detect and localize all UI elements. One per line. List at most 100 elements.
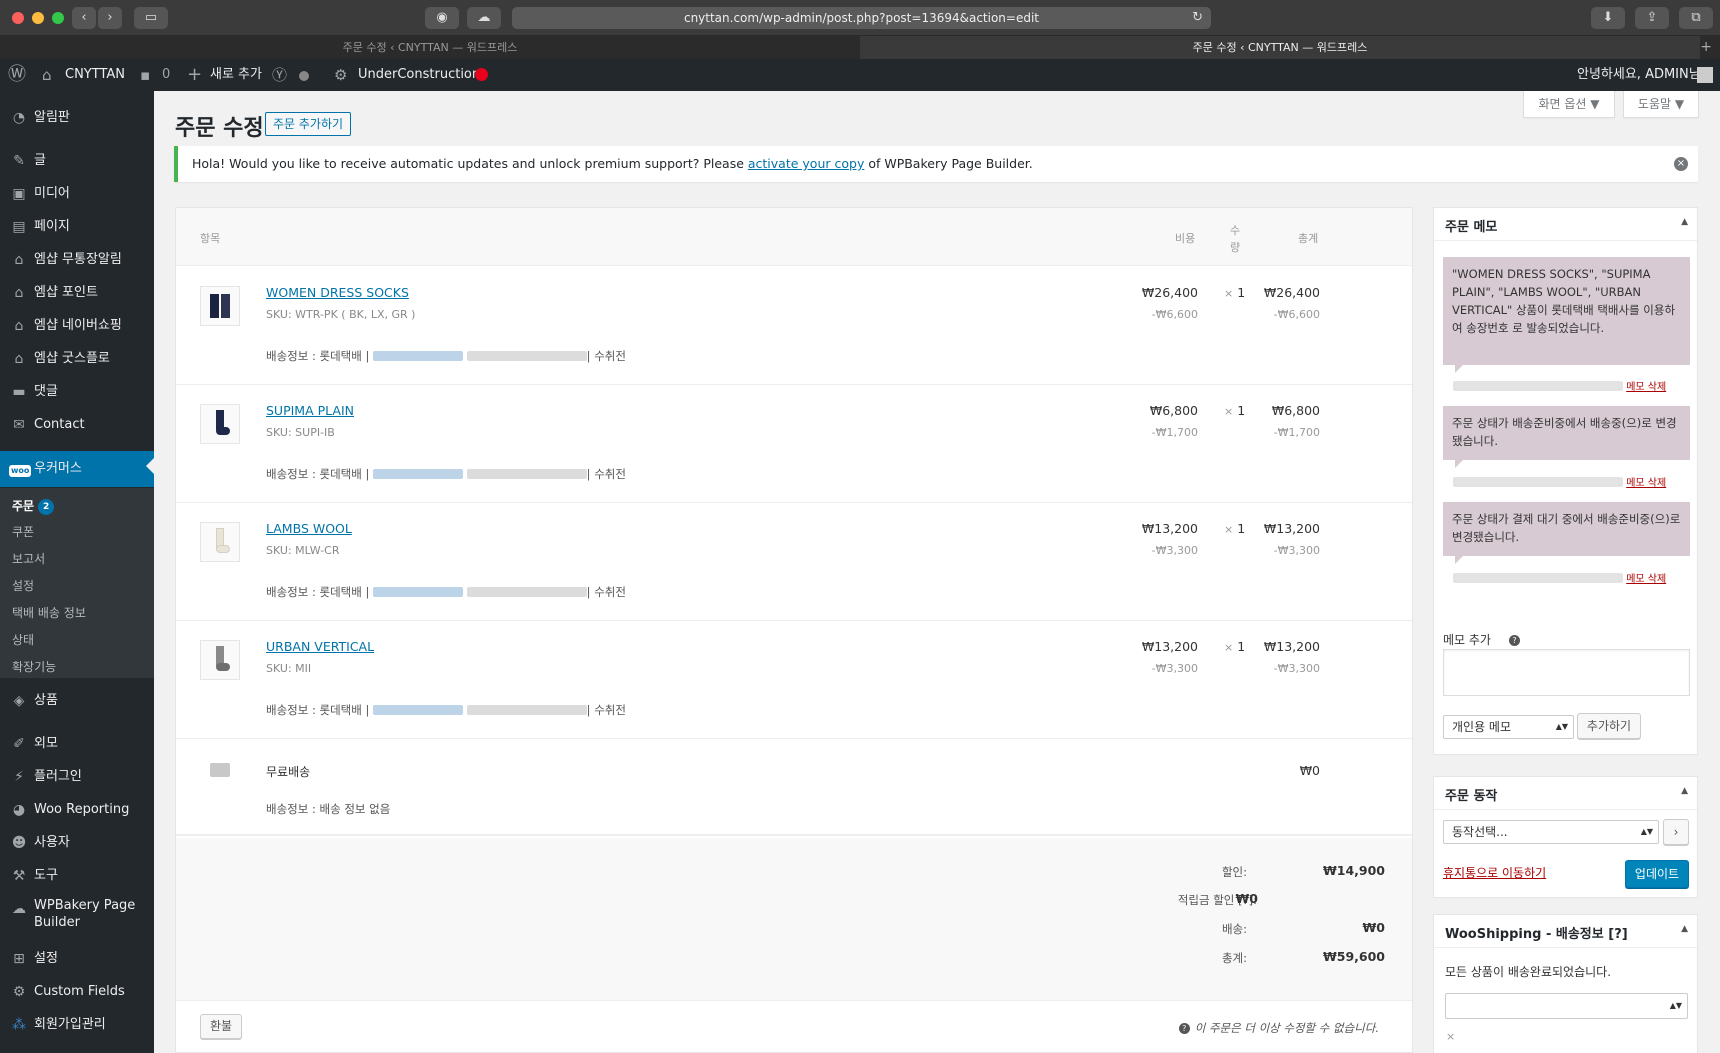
apply-action-button[interactable]: ›	[1663, 819, 1689, 845]
wooshipping-status: 모든 상품이 배송완료되었습니다.	[1445, 965, 1612, 979]
sidebar-item-mshop-point[interactable]: ⌂ 엠샵 포인트	[0, 278, 154, 308]
sidebar-item-woocommerce[interactable]: woo 우커머스	[0, 451, 154, 487]
delete-note-link[interactable]: 메모 삭제	[1626, 382, 1666, 393]
submenu-item-coupons[interactable]: 쿠폰	[12, 520, 34, 544]
add-note-textarea[interactable]	[1443, 649, 1690, 696]
add-note-label: 메모 추가	[1443, 633, 1491, 647]
wooshipping-select[interactable]: ▲▼	[1445, 993, 1688, 1019]
sidebar-item-custom-fields[interactable]: ⚙ Custom Fields	[0, 977, 154, 1007]
order-note: 주문 상태가 배송준비중에서 배송중(으)로 변경됐습니다.	[1443, 406, 1690, 468]
grammarly-icon[interactable]: ◉	[425, 7, 459, 29]
sidebar-item-settings[interactable]: ⊞ 설정	[0, 944, 154, 974]
product-link[interactable]: URBAN VERTICAL	[266, 639, 374, 654]
browser-tab-1[interactable]: 주문 수정 ‹ CNYTTAN — 워드프레스	[0, 36, 860, 59]
update-button[interactable]: 업데이트	[1625, 860, 1689, 888]
product-link[interactable]: WOMEN DRESS SOCKS	[266, 285, 409, 300]
sidebar-item-wpbakery[interactable]: ☁ WPBakery Page Builder	[0, 897, 154, 937]
submenu-item-settings[interactable]: 설정	[12, 574, 34, 598]
wooshipping-header[interactable]: WooShipping - 배송정보 [?] ▲	[1434, 915, 1697, 948]
product-thumbnail[interactable]	[200, 404, 240, 444]
sidebar-item-media[interactable]: ▣ 미디어	[0, 179, 154, 209]
ship-prefix: 배송정보 : 롯데택배 |	[266, 703, 370, 717]
shop-icon: ⌂	[14, 351, 24, 367]
sidebar-item-comments[interactable]: ▬ 댓글	[0, 377, 154, 407]
move-to-trash-link[interactable]: 휴지통으로 이동하기	[1443, 864, 1546, 881]
sidebar-item-mshop-naver[interactable]: ⌂ 엠샵 네이버쇼핑	[0, 311, 154, 341]
sidebar-item-posts[interactable]: ✎ 글	[0, 146, 154, 176]
product-thumbnail[interactable]	[200, 522, 240, 562]
product-link[interactable]: SUPIMA PLAIN	[266, 403, 354, 418]
sidebar-item-contact[interactable]: ✉ Contact	[0, 410, 154, 440]
sidebar-item-dashboard[interactable]: ◔ 알림판	[0, 103, 154, 133]
back-icon[interactable]: ‹	[72, 7, 96, 29]
collapse-arrow-icon[interactable]: ▲	[1681, 786, 1688, 796]
avatar[interactable]	[1697, 67, 1713, 83]
close-icon[interactable]: ×	[1446, 1030, 1455, 1043]
sidebar-item-appearance[interactable]: ✐ 외모	[0, 729, 154, 759]
address-bar[interactable]: cnyttan.com/wp-admin/post.php?post=13694…	[512, 7, 1211, 29]
sidebar-item-label: WPBakery Page Builder	[34, 898, 136, 930]
sidebar-item-plugins[interactable]: ⚡ 플러그인	[0, 762, 154, 792]
site-name-link[interactable]: CNYTTAN	[65, 59, 125, 91]
refund-button[interactable]: 환불	[200, 1014, 242, 1039]
new-tab-icon[interactable]: +	[1700, 36, 1712, 59]
delete-note-link[interactable]: 메모 삭제	[1626, 574, 1666, 585]
sidebar-item-label: 엠샵 포인트	[34, 285, 98, 300]
sidebar-item-mshop-bank[interactable]: ⌂ 엠샵 무통장알림	[0, 245, 154, 275]
screen-options-button[interactable]: 화면 옵션 ▼	[1523, 91, 1615, 118]
home-icon[interactable]: ⌂	[42, 59, 52, 91]
sidebar-item-mshop-goodsflow[interactable]: ⌂ 엠샵 굿스플로	[0, 344, 154, 374]
submenu-item-reports[interactable]: 보고서	[12, 547, 45, 571]
order-notes-header[interactable]: 주문 메모 ▲	[1434, 208, 1697, 241]
help-button[interactable]: 도움말 ▼	[1623, 91, 1699, 118]
submenu-item-orders[interactable]: 주문 2	[12, 494, 55, 518]
yoast-icon[interactable]: Ⓨ	[272, 59, 287, 91]
gear-icon[interactable]: ⚙	[334, 59, 347, 91]
download-icon[interactable]: ⬇	[1591, 7, 1625, 29]
sidebar-item-woo-reporting[interactable]: ◕ Woo Reporting	[0, 795, 154, 825]
comment-icon[interactable]: ▪	[140, 59, 150, 91]
add-note-button[interactable]: 추가하기	[1577, 713, 1641, 739]
note-type-select[interactable]: 개인용 메모 ▲▼	[1443, 715, 1574, 739]
activate-copy-link[interactable]: activate your copy	[748, 156, 864, 171]
tabs-overview-icon[interactable]: ⧉	[1679, 7, 1713, 29]
forward-icon[interactable]: ›	[98, 7, 122, 29]
sidebar-item-users[interactable]: ☻ 사용자	[0, 828, 154, 858]
browser-tab-2[interactable]: 주문 수정 ‹ CNYTTAN — 워드프레스	[860, 36, 1700, 59]
sidebar-item-label: Contact	[34, 417, 85, 432]
order-action-select[interactable]: 동작선택... ▲▼	[1443, 820, 1659, 844]
plus-icon[interactable]: +	[187, 59, 202, 91]
sidebar-item-members[interactable]: ⁂ 회원가입관리	[0, 1010, 154, 1040]
submenu-item-delivery-info[interactable]: 택배 배송 정보	[12, 601, 86, 625]
comments-count[interactable]: 0	[162, 59, 170, 91]
add-order-button[interactable]: 주문 추가하기	[265, 112, 352, 136]
cloud-icon[interactable]: ☁	[467, 7, 501, 29]
share-icon[interactable]: ⇪	[1635, 7, 1669, 29]
under-construction-link[interactable]: UnderConstruction	[358, 59, 480, 91]
sidebar-item-pages[interactable]: ▤ 페이지	[0, 212, 154, 242]
submenu-item-extensions[interactable]: 확장기능	[12, 655, 56, 679]
redacted-details	[466, 469, 587, 479]
close-window-button[interactable]	[12, 12, 24, 24]
greeting-text[interactable]: 안녕하세요, ADMIN님	[1577, 59, 1701, 91]
items-table-header: 항목 비용 수 량 총계	[176, 208, 1412, 266]
dismiss-notice-icon[interactable]: ×	[1674, 157, 1688, 171]
help-icon[interactable]: ?	[1509, 635, 1520, 646]
product-thumbnail[interactable]	[200, 640, 240, 680]
minimize-window-button[interactable]	[32, 12, 44, 24]
product-link[interactable]: LAMBS WOOL	[266, 521, 352, 536]
sidebar-toggle-icon[interactable]: ▭	[134, 7, 168, 29]
reload-icon[interactable]: ↻	[1192, 7, 1203, 29]
new-content-link[interactable]: 새로 추가	[210, 59, 262, 91]
order-actions-header[interactable]: 주문 동작 ▲	[1434, 777, 1697, 810]
zoom-window-button[interactable]	[52, 12, 64, 24]
redacted-details	[466, 587, 587, 597]
delete-note-link[interactable]: 메모 삭제	[1626, 478, 1666, 489]
sidebar-item-tools[interactable]: ⚒ 도구	[0, 861, 154, 891]
submenu-item-status[interactable]: 상태	[12, 628, 34, 652]
wordpress-logo-icon[interactable]: Ⓦ	[8, 59, 26, 91]
collapse-arrow-icon[interactable]: ▲	[1681, 217, 1688, 227]
sidebar-item-products[interactable]: ◈ 상품	[0, 686, 154, 716]
collapse-arrow-icon[interactable]: ▲	[1681, 924, 1688, 934]
product-thumbnail[interactable]	[200, 286, 240, 326]
